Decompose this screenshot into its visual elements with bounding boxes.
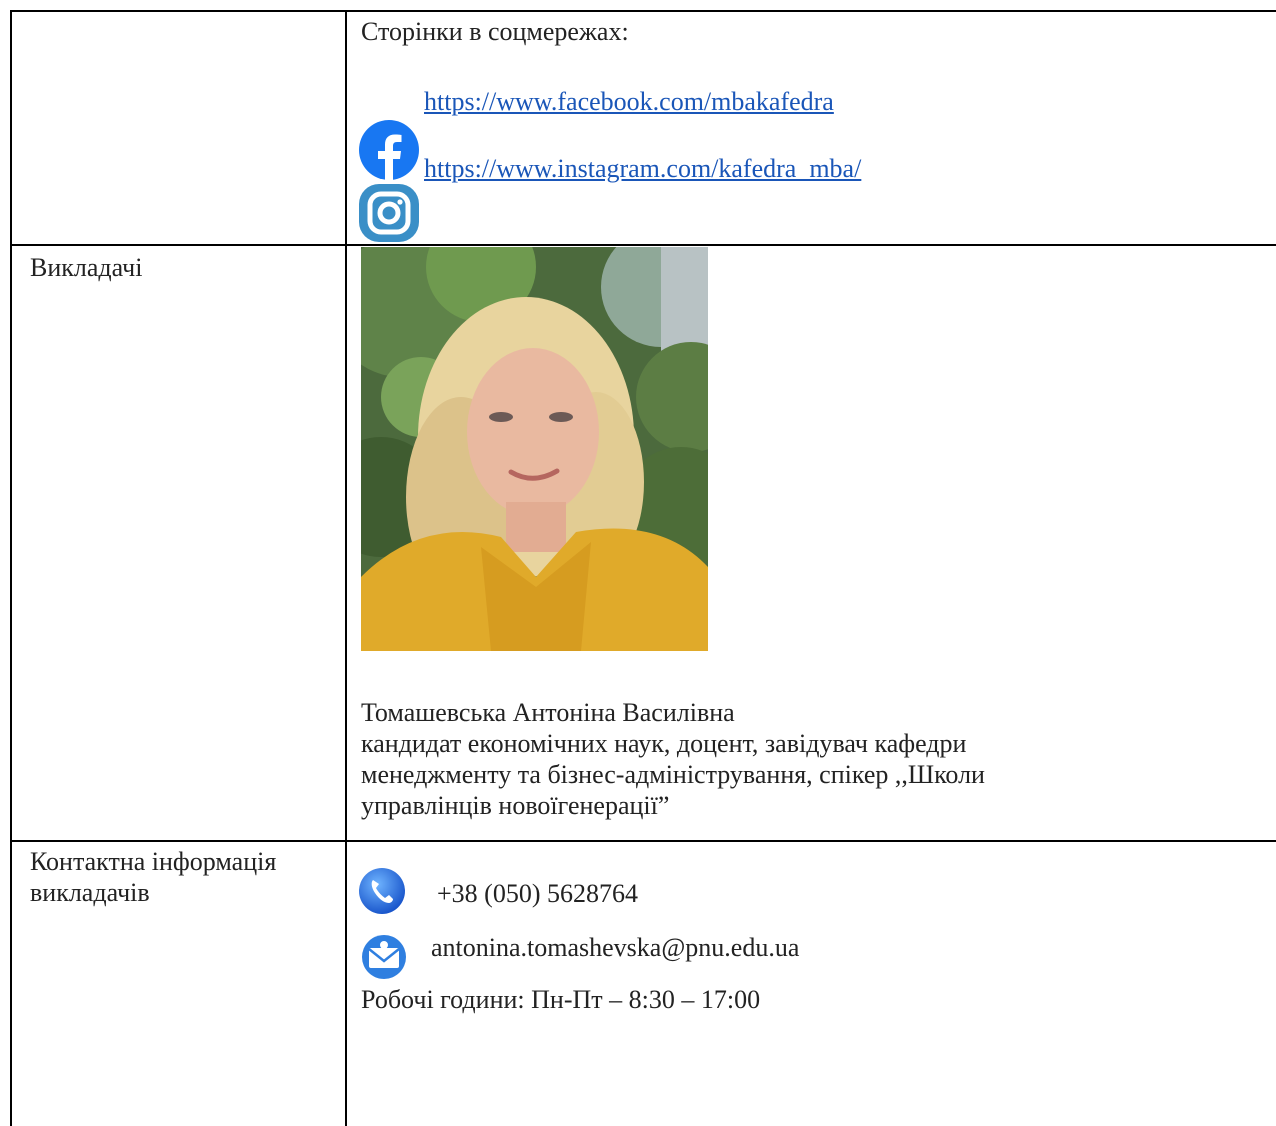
instagram-link[interactable]: https://www.instagram.com/kafedra_mba/ — [424, 153, 861, 184]
teacher-name: Томашевська Антоніна Василівна — [361, 698, 735, 727]
teacher-info: Томашевська Антоніна Василівна кандидат … — [361, 697, 1241, 821]
contacts-label: Контактна інформація викладачів — [30, 846, 335, 908]
table-top-border — [10, 10, 1276, 12]
table-left-border — [10, 10, 12, 1126]
teacher-description-line: менеджменту та бізнес-адміністрування, с… — [361, 760, 985, 789]
contacts-label-line: Контактна інформація — [30, 847, 277, 876]
email-address: antonina.tomashevska@pnu.edu.ua — [431, 933, 800, 962]
phone-number: +38 (050) 5628764 — [437, 879, 638, 908]
instagram-icon[interactable] — [357, 183, 421, 243]
phone-icon — [359, 868, 405, 914]
teacher-photo — [361, 247, 708, 651]
document-page: Сторінки в соцмережах: https://www.faceb… — [0, 0, 1276, 1126]
teachers-label: Викладачі — [30, 253, 143, 282]
table-column-divider — [345, 10, 347, 1126]
facebook-icon[interactable] — [358, 119, 420, 181]
table-row-divider — [10, 840, 1276, 842]
contacts-label-line: викладачів — [30, 878, 150, 907]
email-icon — [362, 935, 406, 979]
teacher-description-line: кандидат економічних наук, доцент, завід… — [361, 729, 967, 758]
working-hours: Робочі години: Пн-Пт – 8:30 – 17:00 — [361, 985, 761, 1014]
table-row-divider — [10, 244, 1276, 246]
teacher-description-line: управлінців новоїгенерації” — [361, 791, 670, 820]
facebook-link[interactable]: https://www.facebook.com/mbakafedra — [424, 86, 834, 117]
social-heading: Сторінки в соцмережах: — [361, 17, 629, 46]
